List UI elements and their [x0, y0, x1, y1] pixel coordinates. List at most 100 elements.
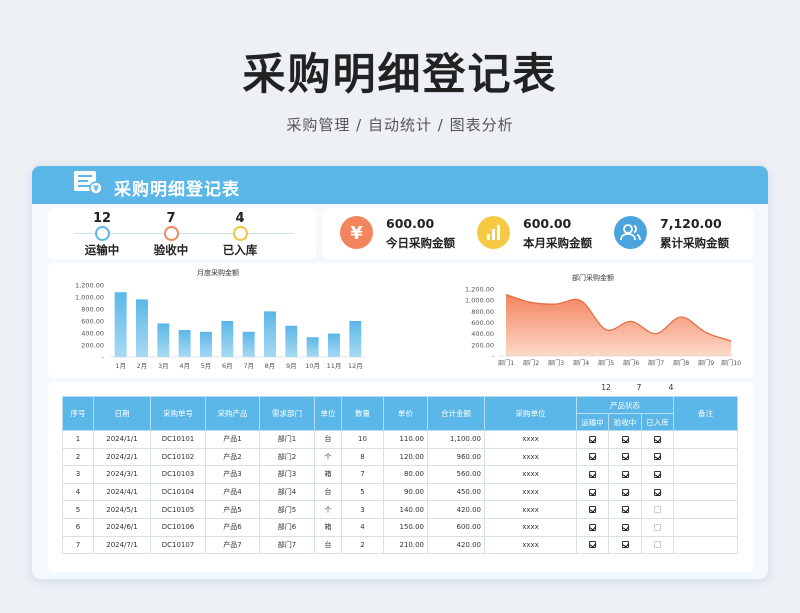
cell-product: 产品7: [205, 535, 260, 555]
x-tick-label: 8月: [265, 362, 276, 370]
checkbox-icon[interactable]: [654, 435, 661, 443]
cell-note[interactable]: [673, 517, 739, 537]
cell-no: 5: [62, 500, 94, 519]
cell-qty: 4: [341, 517, 384, 537]
x-tick-label: 部门5: [598, 359, 614, 367]
y-tick-label: 200.00: [81, 342, 104, 350]
bar: [114, 292, 127, 357]
status-dot-icon: [232, 226, 248, 241]
charts-panel: 月度采购金额 1,200.00 1,000.00 800.00 600.00 400.0…: [48, 263, 754, 378]
status-label: 已入库: [222, 243, 258, 257]
cell-product: 产品2: [205, 447, 260, 467]
cell-note[interactable]: [673, 447, 739, 467]
card-title: 采购明细登记表: [114, 180, 240, 200]
cell-status: [576, 482, 609, 502]
y-tick-label: 1,200.00: [75, 282, 104, 290]
x-tick-label: 11月: [327, 362, 342, 370]
cell-product: 产品5: [205, 500, 260, 519]
svg-text:¥: ¥: [350, 223, 363, 244]
amount-panel: ¥ 600.00 今日采购金额 600.00 本月采购金额 7,120.00 累…: [322, 208, 754, 259]
col-header: 序号: [62, 396, 94, 431]
cell-no: 7: [62, 535, 94, 555]
cell-status: [576, 430, 609, 449]
cell-qty: 2: [341, 535, 384, 555]
cell-status: [576, 465, 609, 484]
cell-supplier: xxxx: [484, 465, 577, 484]
cell-status: [608, 517, 642, 537]
status-count-row: 12 7 4: [48, 383, 754, 393]
checkbox-icon[interactable]: [589, 488, 596, 496]
checkbox-icon[interactable]: [621, 488, 629, 496]
cell-status: [576, 517, 609, 537]
checkbox-icon[interactable]: [621, 470, 629, 478]
table-row: 4 2024/4/1 DC10104 产品4 部门4 台 5 90.00 450.00 xxxx: [62, 482, 739, 502]
col-header: 采购产品: [205, 396, 260, 431]
cell-status: [608, 447, 642, 467]
cell-qty: 7: [341, 465, 384, 484]
x-tick-label: 部门4: [573, 359, 589, 367]
checkbox-icon[interactable]: [621, 506, 629, 514]
checkbox-icon[interactable]: [621, 523, 629, 531]
cell-product: 产品4: [205, 482, 260, 502]
col-header: 合计金额: [427, 396, 485, 431]
checkbox-icon[interactable]: [621, 435, 629, 443]
cell-unit: 个: [314, 500, 342, 519]
cell-total: 1,100.00: [427, 430, 485, 449]
cell-qty: 8: [341, 447, 384, 467]
checkbox-icon[interactable]: [654, 488, 661, 496]
checkbox-icon[interactable]: [654, 506, 661, 514]
cell-no: 6: [62, 517, 94, 537]
cell-note[interactable]: [673, 430, 739, 449]
cell-status: [640, 500, 675, 519]
cell-note[interactable]: [673, 465, 739, 484]
x-tick-label: 1月: [115, 362, 126, 370]
checkbox-icon[interactable]: [621, 541, 629, 549]
cell-status: [608, 535, 642, 555]
cell-note[interactable]: [673, 482, 739, 502]
checkbox-icon[interactable]: [589, 506, 596, 514]
status-panel: 12 运输中 7 验收中 4 已入库: [48, 208, 316, 259]
cell-status: [608, 465, 642, 484]
cell-order: DC10106: [150, 517, 206, 537]
cell-price: 80.00: [383, 465, 428, 484]
checkbox-icon[interactable]: [589, 541, 596, 549]
cell-note[interactable]: [673, 535, 739, 555]
cell-no: 3: [62, 465, 94, 484]
yen-icon: ¥: [340, 216, 373, 249]
cell-qty: 3: [341, 500, 384, 519]
cell-total: 420.00: [427, 500, 485, 519]
y-tick-label: -: [492, 353, 495, 361]
checkbox-icon[interactable]: [654, 470, 661, 478]
status-dot-icon: [94, 226, 110, 241]
cell-status: [640, 465, 675, 484]
checkbox-icon[interactable]: [589, 435, 596, 443]
checkbox-icon[interactable]: [589, 470, 596, 478]
sub-header: 已入库: [640, 413, 675, 431]
status-value: 4: [235, 211, 245, 226]
y-tick-label: 600.00: [81, 318, 104, 326]
cell-total: 560.00: [427, 465, 485, 484]
checkbox-icon[interactable]: [654, 453, 661, 461]
checkbox-icon[interactable]: [621, 453, 629, 461]
sub-header: 运输中: [576, 413, 609, 431]
checkbox-icon[interactable]: [654, 523, 661, 531]
amount-label: 今日采购金额: [386, 236, 455, 250]
checkbox-icon[interactable]: [589, 453, 596, 461]
cell-dept: 部门2: [259, 447, 315, 467]
col-header: 备注: [673, 396, 739, 431]
purchase-table: 序号 日期 采购单号 采购产品 需求部门 单位 数量 单价 合计金额 采购单位 …: [62, 396, 739, 555]
x-tick-label: 部门8: [673, 359, 689, 367]
x-tick-label: 6月: [222, 362, 233, 370]
y-tick-label: 1,000.00: [75, 294, 104, 302]
cell-date: 2024/2/1: [93, 447, 151, 467]
x-tick-label: 10月: [305, 362, 320, 370]
monthly-chart: 月度采购金额 1,200.00 1,000.00 800.00 600.00 400.0…: [48, 263, 388, 378]
department-chart: 部门采购金额 1,200.00 1,000.00 800.00 600.00 400.0…: [398, 263, 748, 378]
x-tick-label: 2月: [137, 362, 148, 370]
checkbox-icon[interactable]: [654, 541, 661, 549]
table-row: 5 2024/5/1 DC10105 产品5 部门5 个 3 140.00 420.00 xxxx: [62, 500, 739, 519]
checkbox-icon[interactable]: [589, 523, 596, 531]
cell-note[interactable]: [673, 500, 739, 519]
document-icon: ¥: [74, 171, 103, 195]
y-tick-label: 1,000.00: [465, 297, 494, 305]
